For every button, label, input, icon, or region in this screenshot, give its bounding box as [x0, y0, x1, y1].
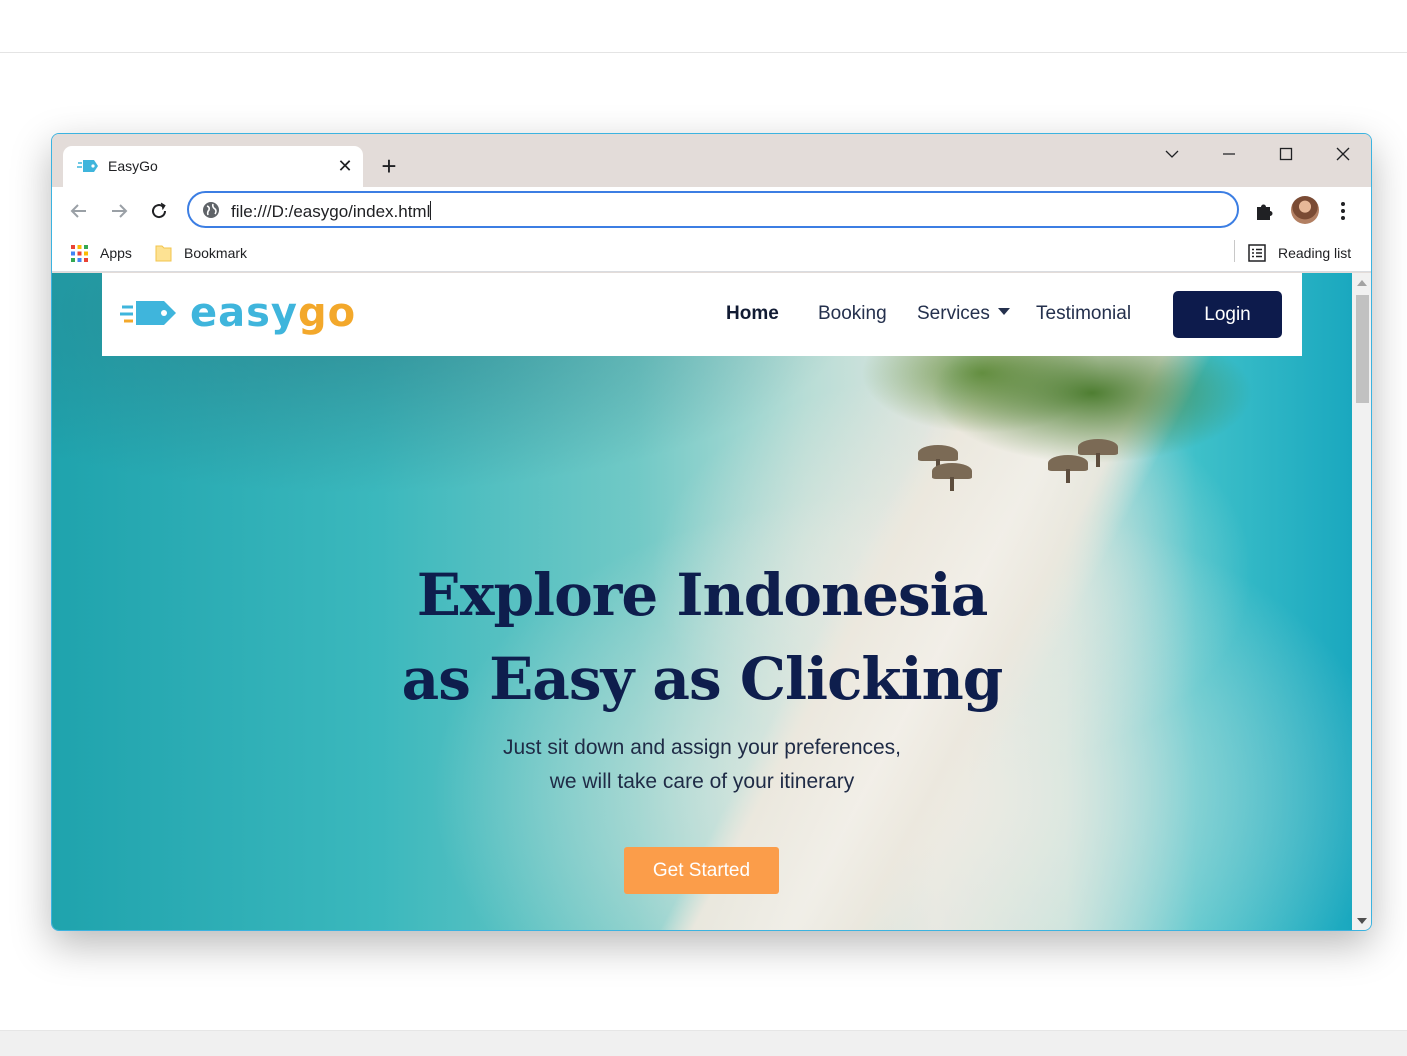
bookmark-apps[interactable]: Apps	[71, 243, 141, 263]
globe-icon[interactable]	[202, 201, 220, 219]
reading-list-label: Reading list	[1278, 245, 1352, 261]
bookmarks-divider	[1234, 240, 1235, 262]
close-icon[interactable]	[1323, 142, 1363, 166]
minimize-icon[interactable]	[1209, 142, 1249, 166]
reading-list-icon	[1248, 244, 1266, 262]
reading-list-button[interactable]: Reading list	[1248, 243, 1358, 263]
extensions-puzzle-icon[interactable]	[1253, 199, 1277, 223]
site-logo[interactable]: easygo	[190, 290, 356, 336]
tab-title: EasyGo	[108, 158, 158, 174]
page-scrollbar[interactable]	[1352, 273, 1371, 930]
desktop-top-strip	[0, 0, 1407, 53]
hero-title: Explore Indonesia as Easy as Clicking	[401, 561, 1004, 713]
maximize-icon[interactable]	[1266, 142, 1306, 166]
plus-icon[interactable]: +	[377, 153, 401, 179]
address-bar[interactable]: file:///D:/easygo/index.html	[187, 191, 1239, 228]
browser-window: EasyGo ✕ + file:///D:/easygo/index.html …	[51, 133, 1372, 931]
hero-subtitle: Just sit down and assign your preference…	[502, 736, 902, 793]
folder-icon	[155, 245, 172, 262]
profile-avatar[interactable]	[1291, 196, 1319, 224]
login-button[interactable]: Login	[1173, 291, 1282, 338]
browser-toolbar: file:///D:/easygo/index.html	[52, 187, 1371, 234]
tab-search-chevron-icon[interactable]	[1152, 142, 1192, 166]
bookmark-apps-label: Apps	[100, 245, 132, 261]
bookmarks-bar: Apps Bookmark Reading list	[52, 234, 1371, 272]
bookmark-folder[interactable]: Bookmark	[155, 243, 265, 263]
tab-easygo[interactable]: EasyGo ✕	[63, 146, 363, 187]
reload-icon[interactable]	[146, 198, 172, 224]
scroll-thumb[interactable]	[1356, 295, 1369, 403]
nav-testimonial[interactable]: Testimonial	[1036, 303, 1131, 325]
scroll-up-arrow-icon[interactable]	[1357, 280, 1367, 286]
chevron-down-icon	[997, 308, 1010, 315]
site-navbar: easygo Home Booking Services Testimonial…	[102, 273, 1302, 356]
back-arrow-icon[interactable]	[66, 198, 92, 224]
nav-booking[interactable]: Booking	[818, 303, 887, 325]
bookmark-folder-label: Bookmark	[184, 245, 248, 261]
scroll-down-arrow-icon[interactable]	[1357, 918, 1367, 924]
url-text[interactable]: file:///D:/easygo/index.html	[231, 201, 432, 222]
nav-services-dropdown[interactable]: Services	[917, 303, 1010, 325]
desktop-bottom-strip	[0, 1030, 1407, 1056]
forward-arrow-icon[interactable]	[106, 198, 132, 224]
nav-home[interactable]: Home	[726, 303, 779, 325]
get-started-button[interactable]: Get Started	[624, 847, 779, 894]
page-viewport: easygo Home Booking Services Testimonial…	[52, 273, 1352, 930]
close-icon[interactable]: ✕	[335, 156, 355, 176]
tag-logo-icon[interactable]	[120, 293, 180, 333]
apps-grid-icon	[71, 245, 88, 262]
easygo-tag-icon	[77, 160, 98, 172]
more-menu-icon[interactable]	[1333, 199, 1353, 223]
tab-strip: EasyGo ✕ +	[52, 134, 1371, 187]
